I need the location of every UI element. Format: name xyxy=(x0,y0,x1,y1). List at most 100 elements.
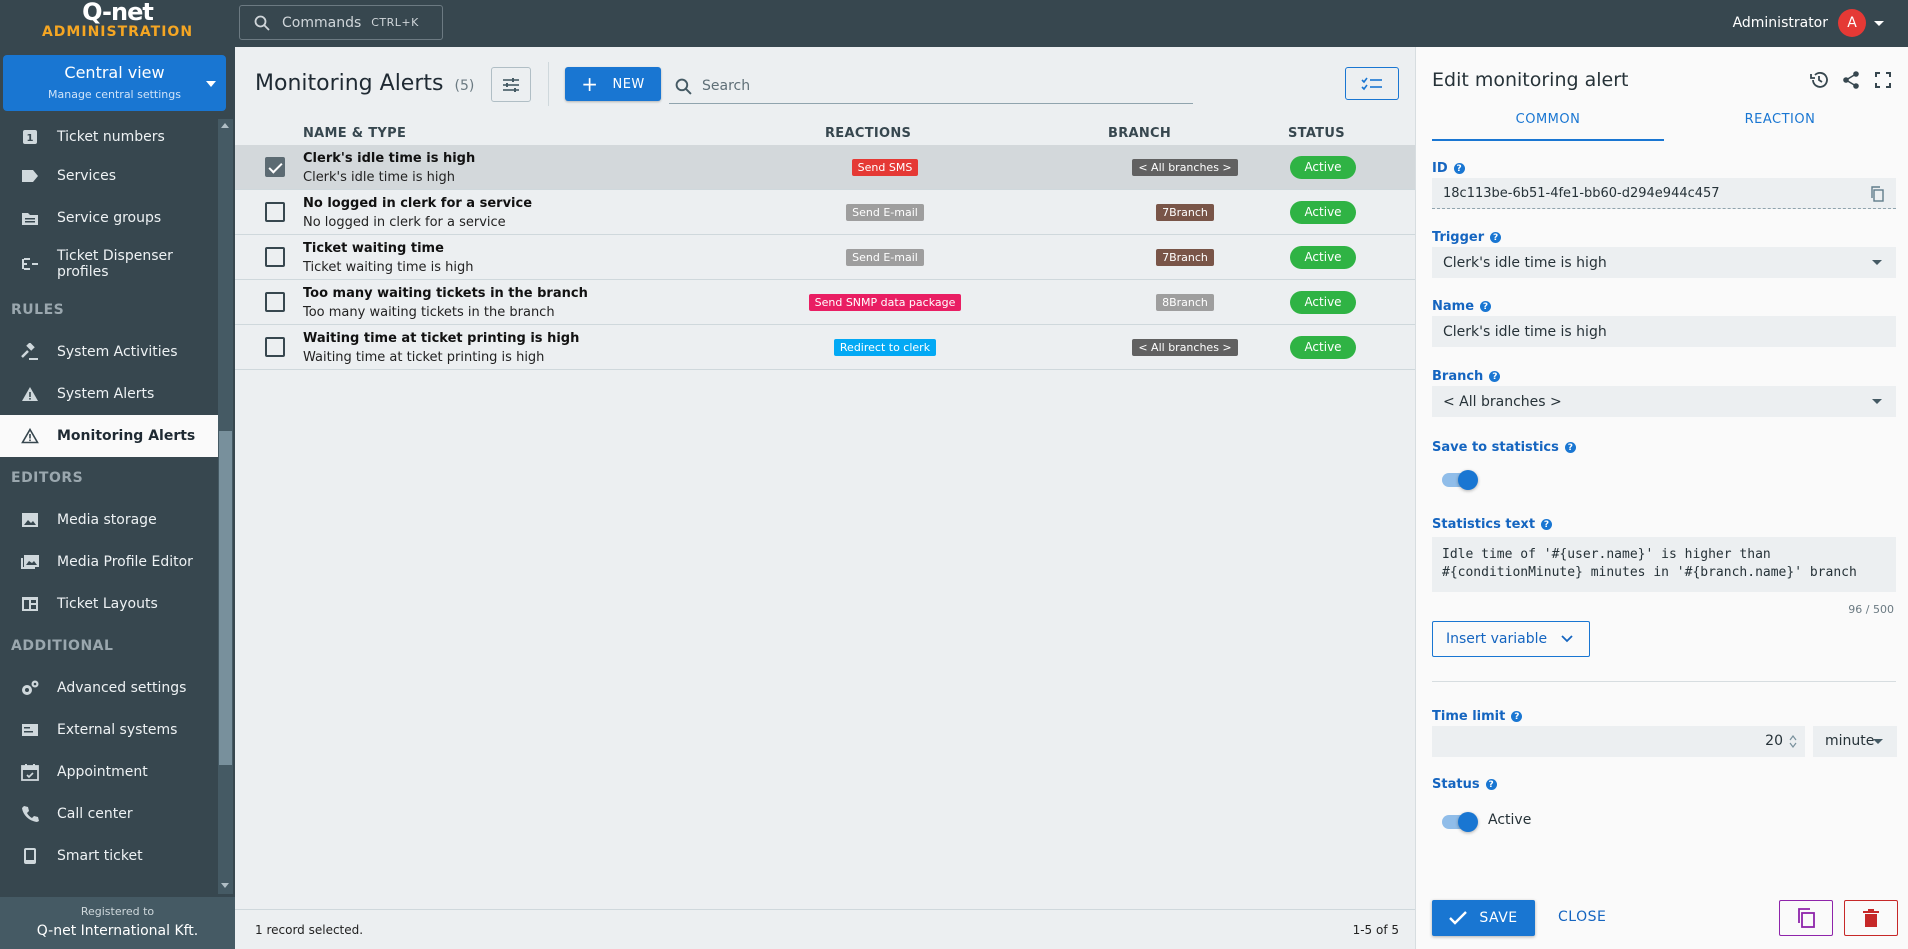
sidebar-item-appointment[interactable]: Appointment xyxy=(0,751,218,793)
row-checkbox[interactable] xyxy=(265,247,285,267)
name-field[interactable]: Clerk's idle time is high xyxy=(1432,316,1896,347)
sidebar-item-service-groups[interactable]: Service groups xyxy=(0,197,218,239)
table-row[interactable]: Ticket waiting time Ticket waiting time i… xyxy=(235,235,1415,280)
alert-title: Too many waiting tickets in the branch xyxy=(303,286,588,301)
sidebar-item-label: System Activities xyxy=(57,344,178,360)
character-counter: 96 / 500 xyxy=(1848,603,1894,616)
table-row[interactable]: Waiting time at ticket printing is high W… xyxy=(235,325,1415,370)
status-value: Active xyxy=(1488,812,1532,828)
column-name-type[interactable]: NAME & TYPE xyxy=(303,126,406,141)
column-branch[interactable]: BRANCH xyxy=(1108,126,1171,141)
sidebar-item-system-alerts[interactable]: System Alerts xyxy=(0,373,218,415)
row-checkbox[interactable] xyxy=(265,202,285,222)
alert-title: No logged in clerk for a service xyxy=(303,196,533,211)
sidebar-item-advanced-settings[interactable]: Advanced settings xyxy=(0,667,218,709)
save-label: SAVE xyxy=(1479,910,1518,926)
insert-variable-button[interactable]: Insert variable xyxy=(1432,621,1590,657)
fullscreen-icon[interactable] xyxy=(1872,69,1894,91)
alert-title: Ticket waiting time xyxy=(303,241,444,256)
sidebar-item-external-systems[interactable]: External systems xyxy=(0,709,218,751)
column-reactions[interactable]: REACTIONS xyxy=(825,126,911,141)
sidebar-scroll-thumb[interactable] xyxy=(219,431,232,765)
time-limit-input[interactable]: 20 xyxy=(1432,726,1805,757)
table-row[interactable]: No logged in clerk for a service No logge… xyxy=(235,190,1415,235)
row-checkbox[interactable] xyxy=(265,157,285,177)
logo[interactable]: Q-net ADMINISTRATION xyxy=(0,0,235,47)
help-icon[interactable]: ? xyxy=(1489,371,1501,382)
search-icon xyxy=(675,78,692,95)
scroll-up-arrow-icon[interactable] xyxy=(221,123,229,128)
trigger-select[interactable]: Clerk's idle time is high xyxy=(1432,247,1896,278)
share-icon[interactable] xyxy=(1840,69,1862,91)
filter-settings-button[interactable] xyxy=(491,67,531,102)
registered-company: Q-net International Kft. xyxy=(36,923,199,939)
copy-icon[interactable] xyxy=(1870,186,1884,206)
id-value: 18c113be-6b51-4fe1-bb60-d294e944c457 xyxy=(1443,185,1720,201)
save-to-statistics-label: Save to statistics? xyxy=(1432,440,1576,455)
status-toggle[interactable] xyxy=(1442,812,1478,832)
sidebar-item-ticket-numbers[interactable]: 1 Ticket numbers xyxy=(0,119,218,155)
sidebar-item-ticket-layouts[interactable]: Ticket Layouts xyxy=(0,583,218,625)
multi-select-toggle-button[interactable] xyxy=(1345,67,1399,100)
tab-common[interactable]: COMMON xyxy=(1432,99,1664,141)
sidebar-item-label: Monitoring Alerts xyxy=(57,428,196,444)
help-icon[interactable]: ? xyxy=(1511,711,1523,722)
sidebar-item-label: Ticket Layouts xyxy=(57,596,158,612)
external-icon xyxy=(20,720,40,740)
statistics-text-field[interactable]: Idle time of '#{user.name}' is higher th… xyxy=(1432,537,1896,592)
close-button[interactable]: CLOSE xyxy=(1558,909,1606,925)
time-limit-value: 20 xyxy=(1765,733,1783,749)
sidebar-item-services[interactable]: Services xyxy=(0,155,218,197)
status-badge: Active xyxy=(1290,201,1356,224)
sidebar-item-ticket-dispenser[interactable]: Ticket Dispenser profiles xyxy=(0,239,218,289)
help-icon[interactable]: ? xyxy=(1564,442,1576,453)
delete-button[interactable] xyxy=(1844,900,1898,936)
sidebar-item-call-center[interactable]: Call center xyxy=(0,793,218,835)
status-cell: Active xyxy=(1290,336,1356,359)
sidebar-item-media-storage[interactable]: Media storage xyxy=(0,499,218,541)
command-palette-button[interactable]: Commands CTRL+K xyxy=(239,5,443,40)
alert-type: Clerk's idle time is high xyxy=(303,170,456,185)
history-icon[interactable] xyxy=(1808,69,1830,91)
sidebar-item-system-activities[interactable]: System Activities xyxy=(0,331,218,373)
tab-reaction[interactable]: REACTION xyxy=(1664,99,1896,141)
help-icon[interactable]: ? xyxy=(1485,779,1497,790)
spinner-arrows-icon[interactable] xyxy=(1789,735,1797,748)
help-icon[interactable]: ? xyxy=(1490,232,1502,243)
section-additional: ADDITIONAL xyxy=(11,638,114,654)
toggle-knob xyxy=(1458,470,1478,490)
sidebar-item-smart-ticket[interactable]: Smart ticket xyxy=(0,835,218,877)
sidebar-item-label: Media Profile Editor xyxy=(57,554,193,570)
time-unit-select[interactable]: minute xyxy=(1813,726,1897,757)
help-icon[interactable]: ? xyxy=(1453,163,1465,174)
branch-value: < All branches > xyxy=(1443,393,1562,410)
trash-icon xyxy=(1863,909,1879,927)
scroll-down-arrow-icon[interactable] xyxy=(221,883,229,888)
status-badge: Active xyxy=(1290,336,1356,359)
branch-select[interactable]: < All branches > xyxy=(1432,386,1896,417)
central-view-selector[interactable]: Central view Manage central settings xyxy=(3,55,226,111)
new-button-label: NEW xyxy=(612,76,645,92)
sidebar-item-label: System Alerts xyxy=(57,386,155,402)
table-row[interactable]: Too many waiting tickets in the branch To… xyxy=(235,280,1415,325)
help-icon[interactable]: ? xyxy=(1480,301,1492,312)
table-row[interactable]: Clerk's idle time is high Clerk's idle ti… xyxy=(235,145,1415,190)
row-checkbox[interactable] xyxy=(265,292,285,312)
sidebar-item-media-profile-editor[interactable]: Media Profile Editor xyxy=(0,541,218,583)
save-to-statistics-toggle[interactable] xyxy=(1442,470,1478,490)
time-unit-value: minute xyxy=(1825,733,1875,749)
images-icon xyxy=(20,552,40,572)
user-menu[interactable]: Administrator A xyxy=(1733,9,1884,37)
row-checkbox[interactable] xyxy=(265,337,285,357)
table-footer: 1 record selected. 1-5 of 5 xyxy=(235,909,1415,949)
save-button[interactable]: SAVE xyxy=(1432,900,1535,936)
branch-badge: 7Branch xyxy=(1156,249,1214,266)
reaction-badge: Send E-mail xyxy=(846,204,924,221)
new-button[interactable]: + NEW xyxy=(565,67,661,101)
help-icon[interactable]: ? xyxy=(1541,519,1553,530)
sidebar-item-monitoring-alerts[interactable]: Monitoring Alerts xyxy=(0,415,218,457)
search-input[interactable]: Search xyxy=(669,69,1193,104)
duplicate-button[interactable] xyxy=(1779,900,1833,936)
column-status[interactable]: STATUS xyxy=(1288,126,1345,141)
status-badge: Active xyxy=(1290,291,1356,314)
